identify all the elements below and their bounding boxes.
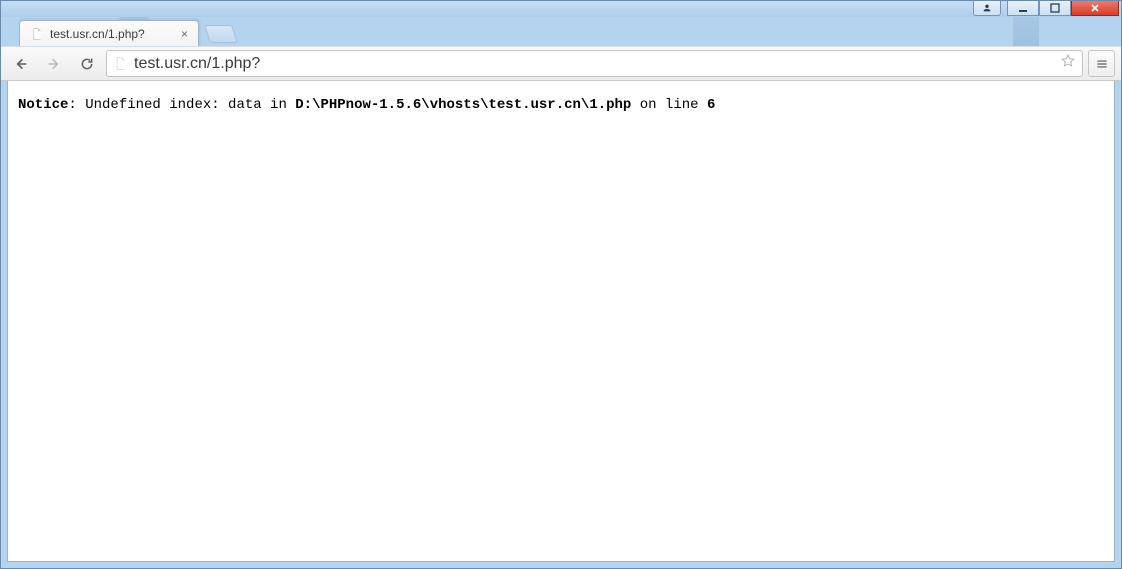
minimize-button[interactable] [1007, 1, 1039, 16]
browser-window: test.usr.cn/1.php? × [0, 0, 1122, 569]
arrow-left-icon [13, 56, 29, 72]
maximize-icon [1050, 3, 1060, 13]
notice-text-1: : Undefined index: data in [68, 97, 295, 113]
notice-text-2: on line [631, 97, 707, 113]
user-button[interactable] [973, 1, 1001, 16]
forward-button[interactable] [40, 50, 68, 78]
notice-label: Notice [18, 97, 68, 113]
hamburger-icon [1095, 57, 1109, 71]
tab-active[interactable]: test.usr.cn/1.php? × [19, 20, 199, 46]
tab-title: test.usr.cn/1.php? [50, 27, 145, 41]
menu-button[interactable] [1088, 50, 1115, 77]
tab-strip: test.usr.cn/1.php? × [1, 17, 1121, 46]
reload-icon [79, 56, 95, 72]
page-viewport[interactable]: Notice: Undefined index: data in D:\PHPn… [7, 81, 1115, 562]
arrow-right-icon [46, 56, 62, 72]
back-button[interactable] [7, 50, 35, 78]
window-titlebar [1, 1, 1121, 17]
user-icon [982, 3, 992, 13]
maximize-button[interactable] [1039, 1, 1071, 16]
php-notice-line: Notice: Undefined index: data in D:\PHPn… [18, 97, 1104, 113]
notice-path: D:\PHPnow-1.5.6\vhosts\test.usr.cn\1.php [295, 97, 631, 113]
address-bar[interactable] [106, 50, 1083, 77]
reload-button[interactable] [73, 50, 101, 78]
bookmark-button[interactable] [1060, 53, 1076, 74]
minimize-icon [1018, 3, 1028, 13]
new-tab-button[interactable] [204, 25, 238, 43]
close-icon [1090, 3, 1100, 13]
window-shadow-right [1013, 17, 1039, 46]
url-input[interactable] [134, 55, 1054, 73]
close-button[interactable] [1071, 1, 1119, 16]
page-icon [30, 27, 44, 41]
tab-close-button[interactable]: × [179, 27, 190, 41]
toolbar [1, 46, 1121, 81]
star-icon [1060, 53, 1076, 69]
page-icon [113, 56, 128, 71]
notice-line-number: 6 [707, 97, 715, 113]
